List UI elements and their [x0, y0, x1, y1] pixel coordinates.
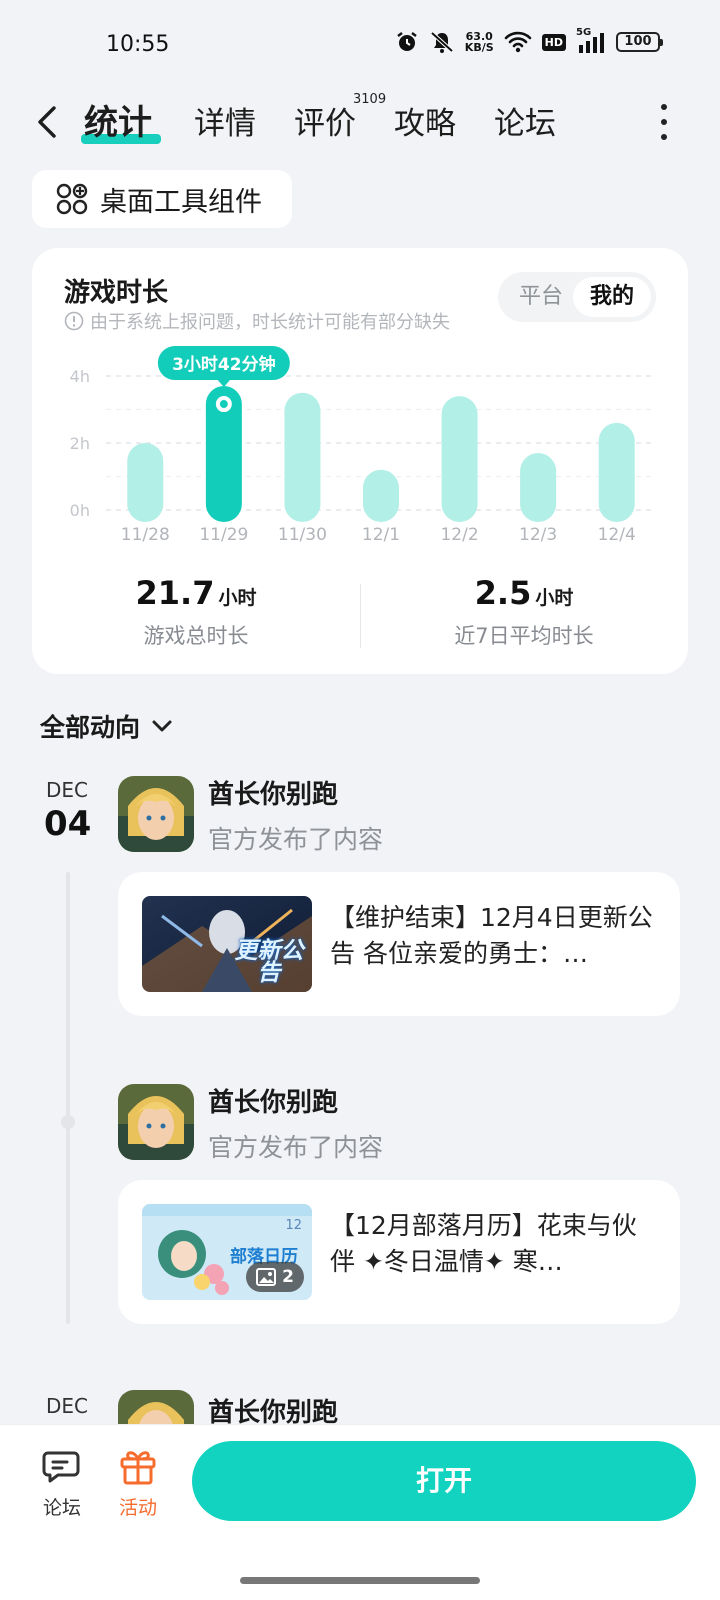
- open-game-button[interactable]: 打开: [192, 1441, 696, 1521]
- activity-filter-dropdown[interactable]: 全部动向: [40, 708, 176, 744]
- date-day: 04: [44, 804, 92, 844]
- toggle-mine[interactable]: 我的: [573, 277, 651, 317]
- author-avatar[interactable]: [118, 1084, 194, 1160]
- x-tick-label: 12/3: [519, 525, 557, 545]
- activity-label: 活动: [118, 1497, 157, 1519]
- post-author[interactable]: 酋长你别跑: [208, 774, 338, 811]
- reviews-count-badge: 3109: [353, 92, 387, 107]
- post-card[interactable]: 12 部落日历 2 【12月部落月历】花束与伙伴 ✦冬日温情✦ 寒…: [118, 1180, 680, 1324]
- toggle-platform[interactable]: 平台: [506, 277, 576, 317]
- post-action: 官方发布了内容: [208, 825, 384, 854]
- top-nav: 统计 详情 评价 3109 攻略 论坛: [0, 90, 720, 154]
- tab-reviews[interactable]: 评价: [294, 98, 356, 143]
- activity-button[interactable]: 活动: [108, 1447, 168, 1520]
- tab-forum[interactable]: 论坛: [494, 98, 556, 143]
- date-month: DEC: [46, 778, 89, 802]
- post-text: 【维护结束】12月4日更新公告 各位亲爱的勇士：…: [330, 903, 653, 968]
- chevron-down-icon: [152, 720, 172, 732]
- author-avatar[interactable]: [118, 1390, 194, 1424]
- selected-bar-marker-dot: [219, 400, 228, 409]
- battery-indicator: 100: [616, 32, 663, 52]
- net-speed: 63.0 KB/S: [464, 30, 494, 54]
- post-thumbnail: 12 部落日历 2: [142, 1204, 312, 1300]
- average-playtime-label: 近7日平均时长: [454, 624, 594, 648]
- playtime-card: 游戏时长 由于系统上报问题，时长统计可能有部分缺失 平台 我的 0h 2h 4h 1…: [32, 248, 688, 674]
- playtime-note: 由于系统上报问题，时长统计可能有部分缺失: [64, 308, 450, 334]
- desktop-widget-label: 桌面工具组件: [100, 186, 262, 218]
- status-icons: 63.0 KB/S HD 5G 100: [395, 27, 663, 54]
- chart-tooltip-text: 3小时42分钟: [172, 354, 276, 375]
- x-tick-label: 12/4: [598, 525, 636, 545]
- signal-icon: 5G: [576, 27, 606, 53]
- desktop-widget-button[interactable]: 桌面工具组件: [32, 170, 292, 228]
- tab-details[interactable]: 详情: [194, 98, 256, 143]
- hd-icon: HD: [541, 33, 566, 51]
- chart-bar[interactable]: [127, 443, 164, 522]
- y-tick-label: 4h: [70, 367, 90, 386]
- date-month: DEC: [46, 1394, 89, 1418]
- playtime-chart: 0h 2h 4h 11/28 11/29 11/30 12/1 12/2 12/3 12/4 3…: [70, 346, 656, 545]
- forum-icon: [42, 1451, 80, 1483]
- image-count: 2: [282, 1267, 294, 1287]
- gift-icon: [120, 1451, 156, 1485]
- chart-tooltip-pointer: [216, 379, 231, 388]
- alarm-icon: [397, 32, 417, 51]
- image-count-badge: 2: [246, 1262, 304, 1292]
- home-indicator[interactable]: [240, 1577, 480, 1584]
- y-tick-label: 0h: [70, 501, 90, 520]
- total-playtime-value: 21.7: [135, 574, 215, 612]
- more-menu-button[interactable]: [658, 104, 670, 140]
- x-tick-label: 11/30: [278, 525, 327, 545]
- playtime-note-text: 由于系统上报问题，时长统计可能有部分缺失: [90, 312, 450, 333]
- playtime-summary: 21.7 小时 游戏总时长 2.5 小时 近7日平均时长: [32, 574, 688, 654]
- bottom-action-bar: 论坛 活动 打开: [0, 1424, 720, 1600]
- post-thumbnail-corner: 12: [285, 1218, 302, 1233]
- post-text: 【12月部落月历】花束与伙伴 ✦冬日温情✦ 寒…: [330, 1211, 637, 1276]
- info-icon: [64, 311, 84, 331]
- status-bar: 10:55 63.0 KB/S HD 5G 100: [0, 0, 720, 90]
- mute-icon: [430, 31, 454, 53]
- status-time: 10:55: [106, 32, 170, 57]
- post-thumbnail-caption: 更新公告: [234, 938, 304, 986]
- x-tick-label: 11/28: [121, 525, 170, 545]
- y-tick-label: 2h: [70, 434, 90, 453]
- chart-bar[interactable]: [284, 392, 321, 522]
- back-arrow-icon: [38, 106, 56, 138]
- activity-filter-label: 全部动向: [40, 713, 141, 742]
- chart-bar[interactable]: [520, 453, 557, 522]
- x-tick-label: 12/2: [440, 525, 478, 545]
- post-thumbnail: 更新公告: [142, 896, 312, 992]
- x-tick-label: 12/1: [362, 525, 400, 545]
- back-button[interactable]: [30, 102, 66, 142]
- tab-stats[interactable]: 统计: [84, 95, 152, 144]
- playtime-title: 游戏时长: [64, 278, 169, 308]
- chart-bar[interactable]: [441, 396, 478, 522]
- forum-button[interactable]: 论坛: [32, 1447, 92, 1520]
- post-author[interactable]: 酋长你别跑: [208, 1082, 338, 1119]
- tab-guides[interactable]: 攻略: [394, 98, 456, 143]
- x-tick-label: 11/29: [199, 525, 248, 545]
- platform-mine-toggle: 平台 我的: [498, 272, 656, 322]
- chart-bar[interactable]: [363, 469, 399, 522]
- post-action: 官方发布了内容: [208, 1133, 384, 1162]
- image-icon: [256, 1268, 277, 1286]
- post-card[interactable]: 更新公告 【维护结束】12月4日更新公告 各位亲爱的勇士：…: [118, 872, 680, 1016]
- widget-grid-icon: [56, 183, 88, 215]
- total-playtime: 21.7 小时 游戏总时长: [32, 574, 360, 650]
- timeline-line: [66, 872, 70, 1324]
- average-playtime-unit: 小时: [535, 587, 574, 609]
- total-playtime-unit: 小时: [218, 587, 257, 609]
- total-playtime-label: 游戏总时长: [143, 624, 249, 648]
- wifi-icon: [504, 31, 531, 53]
- timeline-dot: [61, 1115, 75, 1129]
- forum-label: 论坛: [42, 1497, 81, 1519]
- author-avatar[interactable]: [118, 776, 194, 852]
- average-playtime: 2.5 小时 近7日平均时长: [360, 574, 688, 650]
- average-playtime-value: 2.5: [474, 574, 532, 612]
- chart-bar[interactable]: [598, 422, 635, 522]
